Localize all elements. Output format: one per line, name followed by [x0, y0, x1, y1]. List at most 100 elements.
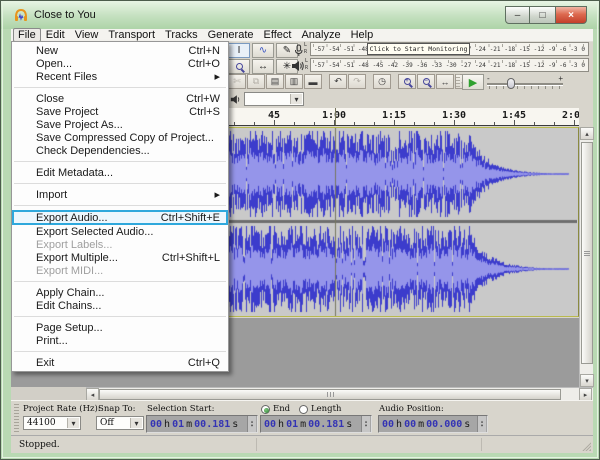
scroll-up-button[interactable]: ▴ [580, 127, 594, 140]
sync-lock-button[interactable]: ◷ [373, 74, 391, 89]
scroll-down-icon: ▾ [585, 377, 589, 385]
file-menu-item-exit[interactable]: Exit Ctrl+Q [12, 356, 228, 369]
file-menu-item-check-dependencies[interactable]: Check Dependencies... [12, 144, 228, 157]
menu-item-label: Check Dependencies... [36, 144, 150, 157]
end-radio[interactable]: End [261, 404, 290, 414]
menubar-item-generate[interactable]: Generate [203, 29, 259, 41]
resize-grip[interactable] [580, 440, 591, 451]
slider-ticks [489, 86, 561, 89]
meter-scale-value: -9 [548, 61, 556, 69]
playback-speed-slider[interactable]: - + [485, 74, 565, 90]
menu-item-shortcut: Ctrl+Shift+E [160, 211, 220, 224]
file-menu-item-open[interactable]: Open... Ctrl+O [12, 57, 228, 70]
ruler-tick [554, 122, 555, 125]
title-bar[interactable]: Close to You – □ × [1, 1, 599, 29]
file-menu-item-edit-chains[interactable]: Edit Chains... [12, 299, 228, 312]
meter-scale-value: -15 [518, 45, 530, 53]
file-menu-item-import[interactable]: Import ▸ [12, 188, 228, 202]
selection-tool-icon: I [237, 45, 241, 56]
undo-button[interactable]: ↶ [329, 74, 347, 89]
file-menu-item-apply-chain[interactable]: Apply Chain... [12, 286, 228, 299]
menu-item-label: Close [36, 92, 65, 105]
meter-scale-value: 0 [581, 61, 585, 69]
file-menu-item-save-project[interactable]: Save Project Ctrl+S [12, 105, 228, 118]
selection-tool[interactable]: I [228, 43, 250, 58]
menu-item-label: Export Audio... [36, 211, 108, 224]
play-icon: ▶ [468, 76, 478, 89]
menubar-item-file[interactable]: File [13, 28, 41, 42]
maximize-button[interactable]: □ [530, 6, 555, 24]
scroll-down-button[interactable]: ▾ [580, 374, 594, 387]
silence-audio-button[interactable]: ▬ [304, 74, 322, 89]
monitor-tooltip[interactable]: Click to Start Monitoring [367, 43, 470, 55]
undo-button-icon: ↶ [334, 76, 342, 86]
snap-to-select[interactable]: Off [96, 416, 144, 430]
ruler-label: 2:00 [561, 110, 579, 121]
horizontal-scrollbar[interactable]: ◂ ▸ [86, 387, 593, 401]
redo-button-icon: ↷ [353, 76, 361, 86]
fit-selection-button[interactable]: ↔ [436, 74, 454, 89]
file-menu-item-export-selected-audio[interactable]: Export Selected Audio... [12, 225, 228, 238]
playback-meter[interactable]: -57 -54 -51 -48 -45 -42 -39 -36 -33 -30 -27 -24 -21-… [310, 58, 589, 72]
menubar-item-tracks[interactable]: Tracks [160, 29, 203, 41]
slider-thumb[interactable] [507, 78, 515, 89]
submenu-arrow-icon: ▸ [214, 189, 220, 201]
audio-position-field[interactable]: 00 h 00 m 00.000 s ▴ ▾ [378, 415, 488, 433]
minimize-button[interactable]: – [505, 6, 530, 24]
minimize-icon: – [514, 9, 521, 21]
horizontal-scrollbar-thumb[interactable] [99, 389, 561, 400]
menu-item-label: New [36, 44, 59, 57]
speaker-icon[interactable] [291, 60, 305, 72]
file-menu-item-export-multiple[interactable]: Export Multiple... Ctrl+Shift+L [12, 251, 228, 264]
trim-audio-button[interactable]: ▥ [285, 74, 303, 89]
file-menu-item-edit-metadata[interactable]: Edit Metadata... [12, 166, 228, 179]
selection-start-field[interactable]: 00 h 01 m 00.181 s ▴ ▾ [146, 415, 258, 433]
file-menu-item-page-setup[interactable]: Page Setup... [12, 321, 228, 334]
snap-to-label: Snap To: [98, 404, 136, 414]
vertical-scrollbar-thumb[interactable] [581, 142, 593, 364]
file-menu-item-save-compressed-copy-of-project[interactable]: Save Compressed Copy of Project... [12, 131, 228, 144]
play-at-speed-button[interactable]: ▶ [462, 74, 484, 90]
output-device-select[interactable] [244, 92, 304, 106]
time-field-spinner[interactable]: ▴ ▾ [477, 416, 486, 432]
meter-scale-value: 0 [581, 45, 585, 53]
toolbar-grip[interactable] [14, 404, 19, 433]
zoom-out-button[interactable]: − [417, 74, 435, 89]
menu-item-shortcut: Ctrl+Shift+L [161, 251, 220, 264]
silence-audio-button-icon: ▬ [308, 76, 318, 87]
toolbar-grip[interactable] [456, 74, 460, 89]
menubar-item-edit[interactable]: Edit [41, 29, 70, 41]
menubar-item-analyze[interactable]: Analyze [296, 29, 345, 41]
menu-item-label: Edit Chains... [36, 299, 102, 312]
file-menu-item-recent-files[interactable]: Recent Files ▸ [12, 70, 228, 84]
file-menu-item-save-project-as[interactable]: Save Project As... [12, 118, 228, 131]
file-menu-item-close[interactable]: Close Ctrl+W [12, 92, 228, 105]
speed-minus-label: - [487, 74, 490, 83]
file-menu-item-print[interactable]: Print... [12, 334, 228, 347]
time-field-spinner[interactable]: ▴ ▾ [361, 416, 370, 432]
time-shift-tool[interactable]: ↔ [252, 59, 274, 74]
menubar-item-effect[interactable]: Effect [259, 29, 297, 41]
vertical-scrollbar[interactable]: ▴ ▾ [579, 127, 594, 387]
menu-item-shortcut: Ctrl+N [188, 44, 220, 57]
menubar-item-view[interactable]: View [70, 29, 104, 41]
close-button[interactable]: × [555, 6, 587, 24]
file-menu-item-export-audio[interactable]: Export Audio... Ctrl+Shift+E [12, 210, 228, 225]
menu-separator [14, 161, 226, 162]
zoom-in-button[interactable]: + [398, 74, 416, 89]
selection-end-field[interactable]: 00 h 01 m 00.181 s ▴ ▾ [260, 415, 372, 433]
cut-button: ✄ [228, 74, 246, 89]
snap-to-value: Off [100, 418, 114, 428]
submenu-arrow-icon: ▸ [214, 71, 220, 83]
menu-separator [14, 183, 226, 184]
project-rate-select[interactable]: 44100 [23, 416, 81, 430]
paste-button[interactable]: ▤ [266, 74, 284, 89]
time-field-spinner[interactable]: ▴ ▾ [247, 416, 256, 432]
zoom-tool[interactable] [228, 59, 250, 74]
menubar-item-help[interactable]: Help [346, 29, 379, 41]
menubar-item-transport[interactable]: Transport [103, 29, 160, 41]
record-meter-left-label: L [304, 42, 308, 48]
file-menu-item-new[interactable]: New Ctrl+N [12, 44, 228, 57]
length-radio[interactable]: Length [299, 404, 341, 414]
envelope-tool[interactable]: ∿ [252, 43, 274, 58]
